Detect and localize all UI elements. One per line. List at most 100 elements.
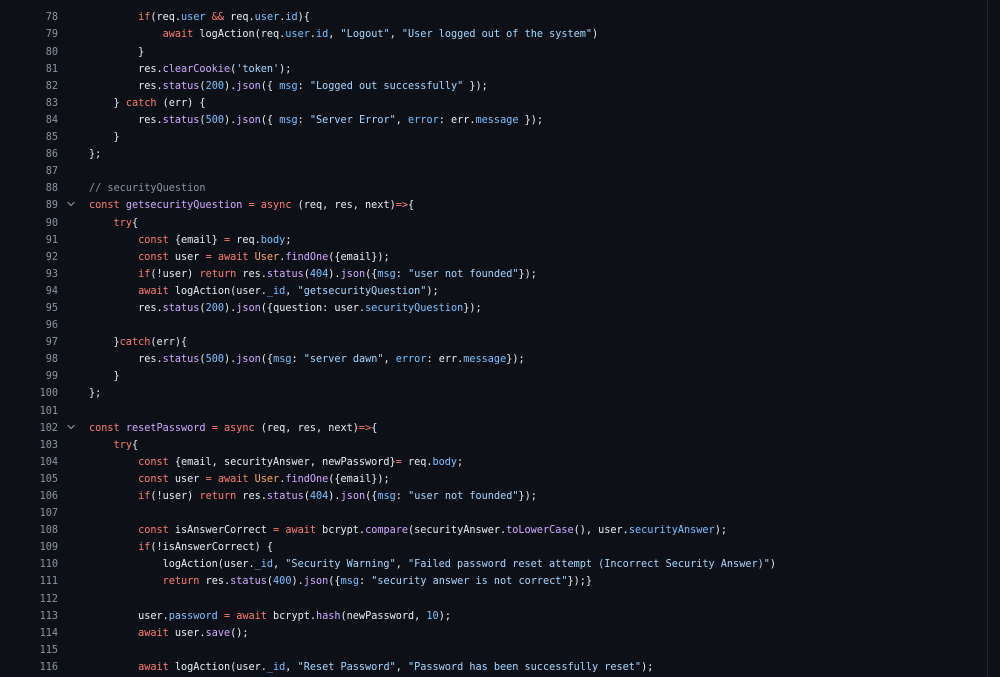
code-line[interactable]: 92 const user = await User.findOne({emai… [0,249,988,266]
code-token: && [211,12,224,24]
code-token: await [285,525,316,537]
code-text: res.clearCookie('token'); [89,61,291,78]
code-line[interactable]: 102 const resetPassword = async (req, res… [0,420,988,437]
code-line[interactable]: 110 logAction(user._id, "Security Warnin… [0,556,988,573]
code-line[interactable]: 98 res.status(500).json({msg: "server da… [0,351,988,368]
code-token: ({email}); [328,473,390,485]
line-number: 89 [45,200,58,212]
code-token: await [217,473,249,485]
code-line[interactable]: 108 const isAnswerCorrect = await bcrypt… [0,522,988,539]
code-token: "Failed password reset attempt (Incorrec… [407,559,770,571]
line-number: 98 [45,354,58,366]
line-number: 88 [45,183,58,195]
code-token: async [260,200,292,212]
code-line[interactable]: 80 } [0,44,988,61]
code-token: , [328,29,341,41]
code-token: "Reset Password" [297,661,396,673]
line-number: 84 [45,114,58,126]
code-line[interactable]: 99 } [0,368,988,385]
code-line[interactable]: 113 user.password = await bcrypt.hash(ne… [0,608,988,625]
code-token: {email, securityAnswer, newPassword} [168,456,396,468]
code-token: try [113,439,132,451]
line-number: 87 [45,166,58,178]
code-line[interactable]: 91 const {email} = req.body; [0,232,988,249]
code-editor[interactable]: 78 if(req.user && req.user.id){79 await … [0,0,1000,677]
code-token: ({ [328,576,341,588]
code-line[interactable]: 101 [0,403,988,420]
code-line[interactable]: 87 [0,163,988,180]
vertical-scrollbar[interactable] [987,0,1000,677]
line-number: 107 [39,508,58,520]
code-token: return [162,576,200,588]
code-line[interactable]: 90 try{ [0,215,988,232]
code-token: resetPassword [125,422,206,434]
code-line[interactable]: 95 res.status(200).json({question: user.… [0,300,988,317]
code-token: : [297,80,310,92]
code-token: ). [328,491,341,503]
code-token: ) [769,559,776,571]
code-token: _id [254,559,274,571]
code-line[interactable]: 83 } catch (err) { [0,95,988,112]
code-line[interactable]: 84 res.status(500).json({ msg: "Server E… [0,112,988,129]
code-token: // securityQuestion [89,183,206,195]
line-number: 100 [39,388,58,400]
code-token: "Server Error" [309,114,396,126]
code-token: res. [89,114,163,126]
chevron-down-icon[interactable] [65,197,77,214]
code-text: logAction(user._id, "Security Warning", … [89,556,776,573]
code-token: ({ [260,114,280,126]
code-token: await [162,29,194,41]
line-number: 111 [39,576,58,588]
code-line[interactable]: 105 const user = await User.findOne({ema… [0,471,988,488]
code-token: : [395,268,409,280]
code-line[interactable]: 111 return res.status(400).json({msg: "s… [0,573,988,590]
code-line[interactable]: 107 [0,505,988,522]
code-line[interactable]: 109 if(!isAnswerCorrect) { [0,539,988,556]
line-number: 114 [39,627,58,639]
code-token: "Password has been successfully reset" [408,661,642,673]
code-token: error [395,354,427,366]
code-line[interactable]: 116 await logAction(user._id, "Reset Pas… [0,659,988,676]
code-token: User [254,251,280,263]
code-line[interactable]: 78 if(req.user && req.user.id){ [0,9,988,26]
code-line[interactable]: 93 if(!user) return res.status(404).json… [0,266,988,283]
code-line[interactable]: 94 await logAction(user._id, "getsecurit… [0,283,988,300]
code-token: => [395,200,409,212]
code-token: id [315,29,329,41]
line-number: 95 [45,302,58,314]
code-line[interactable]: 81 res.clearCookie('token'); [0,61,988,78]
code-line[interactable]: 85 } [0,129,988,146]
code-line[interactable]: 115 [0,642,988,659]
code-line[interactable]: 114 await user.save(); [0,625,988,642]
code-token: try [113,217,132,229]
code-line[interactable]: 82 res.status(200).json({ msg: "Logged o… [0,78,988,95]
code-token: if [138,542,151,554]
code-text: res.status(200).json({ msg: "Logged out … [89,78,488,95]
code-token: } [89,371,120,383]
code-line[interactable]: 106 if(!user) return res.status(404).jso… [0,488,988,505]
code-line[interactable]: 97 }catch(err){ [0,334,988,351]
code-token: return [199,268,237,280]
code-line[interactable]: 96 [0,317,988,334]
code-token: bcrypt. [266,610,316,622]
code-token: msg [377,268,396,280]
code-line[interactable]: 86}; [0,146,988,163]
code-line[interactable]: 100}; [0,385,988,402]
code-line[interactable]: 79 await logAction(req.user.id, "Logout"… [0,26,988,43]
code-line[interactable]: 88 // securityQuestion [0,180,988,197]
code-text: const isAnswerCorrect = await bcrypt.com… [89,522,727,539]
code-token: ). [223,302,237,314]
code-line[interactable]: 89 const getsecurityQuestion = async (req… [0,197,988,214]
code-line[interactable]: 104 const {email, securityAnswer, newPas… [0,454,988,471]
chevron-down-icon[interactable] [65,420,77,437]
code-token: status [230,576,267,588]
code-line[interactable]: 103 try{ [0,437,988,454]
code-token: await [138,661,169,673]
code-token: status [266,491,304,503]
code-token: message [475,114,519,126]
code-token: status [162,302,200,314]
code-token: }); [518,114,544,126]
code-line[interactable]: 112 [0,591,988,608]
